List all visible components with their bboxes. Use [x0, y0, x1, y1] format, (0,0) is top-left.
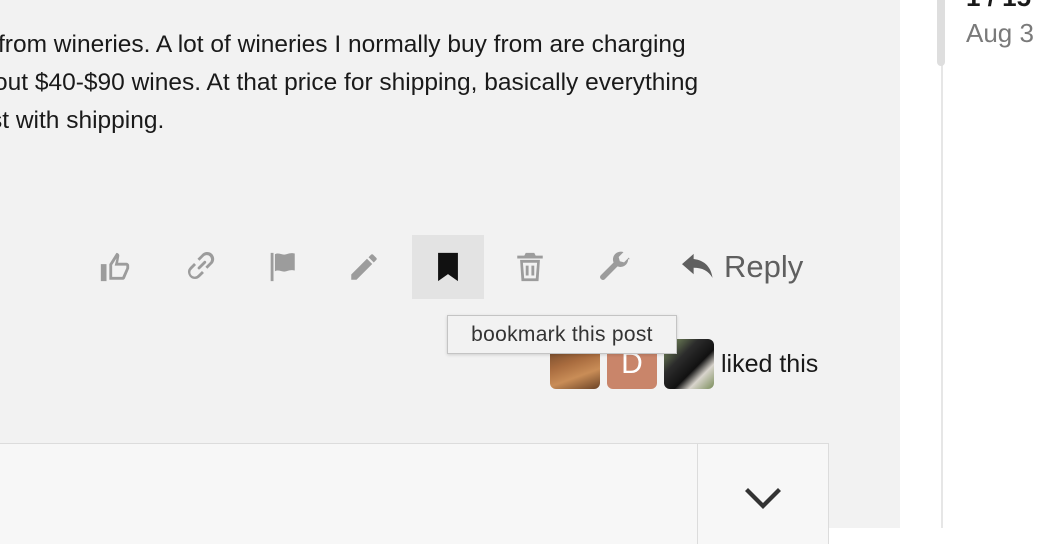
liked-this-text: liked this [721, 349, 819, 378]
delete-button[interactable] [494, 235, 566, 299]
post-body: from wineries. A lot of wineries I norma… [0, 26, 840, 140]
bookmark-icon [438, 252, 458, 282]
copy-link-button[interactable] [164, 235, 236, 299]
divider [697, 444, 698, 544]
chevron-down-icon [745, 488, 781, 509]
post-area: from wineries. A lot of wineries I norma… [0, 0, 900, 544]
timeline-date: Aug 3 [966, 18, 1034, 48]
next-post-card [0, 443, 829, 544]
post-text-line: st with shipping. [0, 107, 165, 134]
reply-button[interactable]: Reply [680, 235, 803, 299]
flag-button[interactable] [246, 235, 318, 299]
bookmark-button[interactable] [412, 235, 484, 299]
topic-timeline: 1 / 15 Aug 3 [900, 0, 1038, 528]
wrench-icon [600, 251, 630, 280]
timeline-post-count: 1 / 15 [966, 0, 1031, 13]
bookmark-tooltip: bookmark this post [447, 315, 677, 354]
reply-icon [682, 253, 713, 278]
trash-icon [517, 252, 543, 282]
post-text-line: out $40-$90 wines. At that price for shi… [0, 69, 699, 96]
link-icon [188, 251, 215, 280]
timeline-track[interactable] [941, 0, 943, 528]
reply-label: Reply [724, 249, 804, 284]
expand-button[interactable] [745, 484, 781, 510]
post-text-line: from wineries. A lot of wineries I norma… [0, 31, 686, 58]
pencil-icon [351, 254, 377, 280]
like-button[interactable] [79, 235, 151, 299]
edit-button[interactable] [328, 235, 400, 299]
admin-button[interactable] [578, 235, 650, 299]
thumbs-up-icon [100, 252, 130, 282]
timeline-handle[interactable] [937, 0, 945, 66]
flag-icon [270, 252, 295, 282]
